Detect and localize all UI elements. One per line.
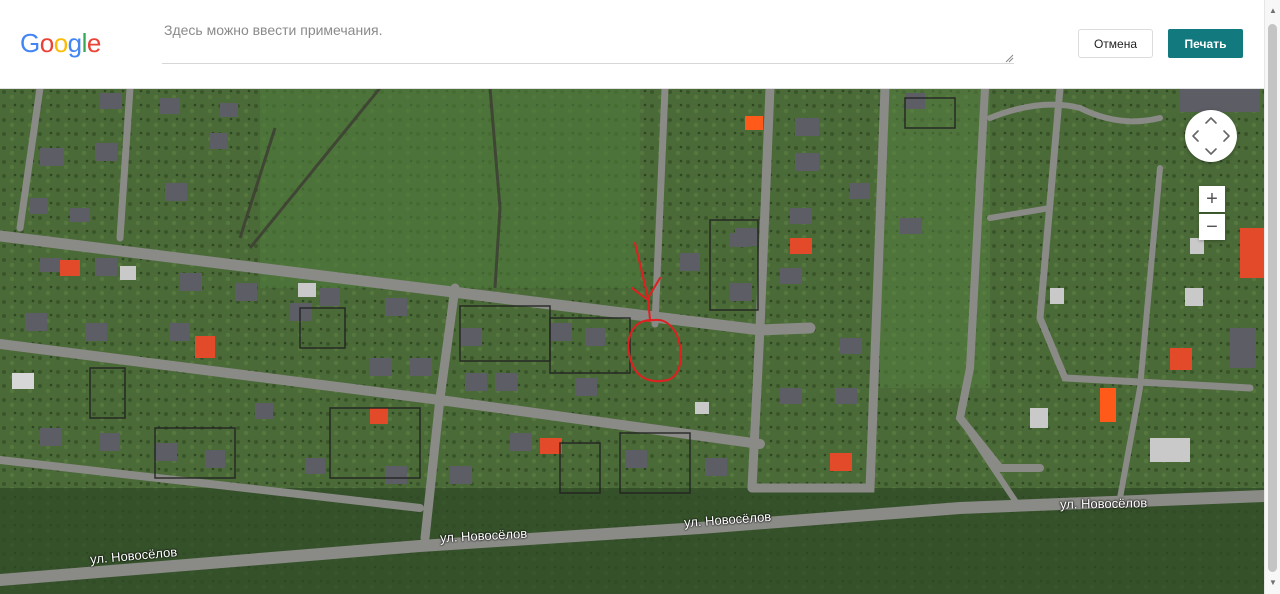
scroll-up-icon[interactable]: ▲ <box>1268 6 1278 16</box>
resize-grip-icon[interactable] <box>1004 53 1014 63</box>
pan-arrows-icon <box>1192 117 1230 155</box>
logo-letter: g <box>67 28 82 58</box>
map-imagery <box>0 88 1264 594</box>
scrollbar-thumb[interactable] <box>1268 24 1277 572</box>
zoom-in-button[interactable]: + <box>1199 186 1225 212</box>
zoom-out-button[interactable]: − <box>1199 214 1225 240</box>
scroll-down-icon[interactable]: ▼ <box>1268 578 1278 588</box>
street-label-4: ул. Новосёлов <box>1059 495 1148 512</box>
google-logo: Google <box>20 28 101 59</box>
logo-letter: G <box>20 28 40 58</box>
notes-textarea[interactable] <box>162 14 1014 64</box>
cancel-button[interactable]: Отмена <box>1078 29 1153 58</box>
scrollbar[interactable]: ▲ ▼ <box>1264 0 1280 594</box>
logo-letter: e <box>86 28 101 58</box>
pan-control[interactable] <box>1185 110 1237 162</box>
logo-letter: o <box>39 28 54 58</box>
logo-letter: o <box>53 28 68 58</box>
print-header: Google Отмена Печать <box>0 0 1264 89</box>
satellite-map[interactable]: ул. Новосёлов ул. Новосёлов ул. Новосёло… <box>0 88 1264 594</box>
print-button[interactable]: Печать <box>1168 29 1243 58</box>
